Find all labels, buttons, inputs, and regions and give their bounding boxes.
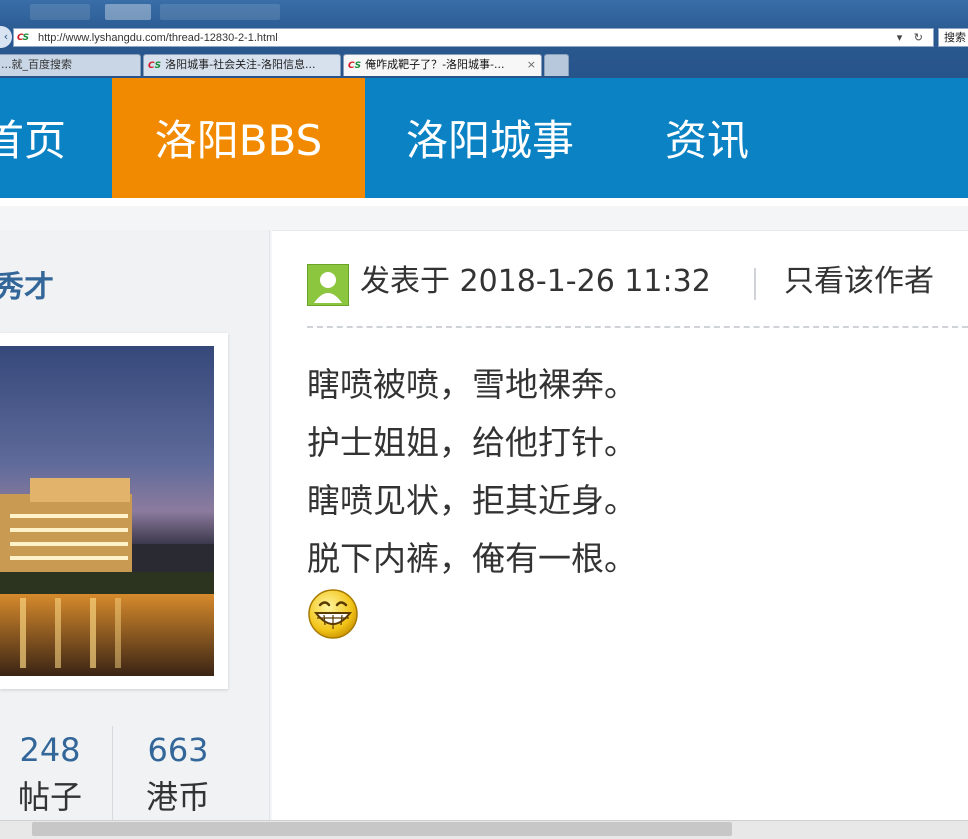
back-button[interactable]: ‹ <box>0 26 12 48</box>
stat-posts-value: 248 <box>19 731 81 769</box>
toolbar-ghost <box>105 4 151 20</box>
avatar[interactable] <box>0 346 214 676</box>
post-timestamp: 发表于 2018-1-26 11:32 <box>360 264 711 299</box>
horizontal-scroll-thumb[interactable] <box>32 822 732 836</box>
grinning-face-icon <box>307 588 359 640</box>
post-line: 瞎喷见状，拒其近身。 <box>307 481 637 520</box>
tab-current-thread[interactable]: CS 俺咋成靶子了？-洛阳城事-... × <box>343 54 542 76</box>
stat-coins-value: 663 <box>147 731 209 769</box>
post-header-divider <box>307 326 968 328</box>
tab-baidu-search[interactable]: ...就_百度搜索 <box>0 54 141 76</box>
site-favicon-icon: CS <box>348 61 362 71</box>
user-silhouette-icon <box>308 265 348 305</box>
view-author-only-link[interactable]: 只看该作者 <box>784 260 934 304</box>
avatar-night-building-image <box>0 346 214 676</box>
post-line: 护士姐姐，给他打针。 <box>307 423 637 462</box>
toolbar-ghost <box>160 4 280 20</box>
tab-label: ...就_百度搜索 <box>1 58 72 71</box>
post-content: 瞎喷被喷，雪地裸奔。 护士姐姐，给他打针。 瞎喷见状，拒其近身。 脱下内裤，俺有… <box>307 356 637 588</box>
grinning-face-icon-svg <box>308 589 358 639</box>
site-favicon-icon: CS <box>148 61 162 71</box>
nav-luoyang-city-news[interactable]: 洛阳城事 <box>406 78 574 198</box>
user-online-icon <box>307 264 349 306</box>
stat-coins-label: 港币 <box>145 778 210 816</box>
nav-information[interactable]: 资讯 <box>665 78 749 198</box>
stat-posts[interactable]: 248 帖子 <box>0 728 100 822</box>
toolbar-ghost <box>30 4 90 20</box>
nav-spacer <box>0 198 968 206</box>
dropdown-refresh-icon[interactable]: ▾ ↻ <box>897 31 927 44</box>
post-line: 瞎喷被喷，雪地裸奔。 <box>307 365 637 404</box>
stat-posts-label: 帖子 <box>17 778 82 816</box>
nav-luoyang-bbs[interactable]: 洛阳BBS <box>112 78 365 198</box>
author-rank: 秀才 <box>0 270 54 305</box>
post-line: 脱下内裤，俺有一根。 <box>307 539 637 578</box>
tab-label: 洛阳城事-社会关注-洛阳信息... <box>165 58 316 71</box>
address-url[interactable]: http://www.lyshangdu.com/thread-12830-2-… <box>38 32 897 44</box>
nav-home[interactable]: 首页 <box>0 78 66 198</box>
close-icon[interactable]: × <box>527 55 536 75</box>
stat-coins[interactable]: 663 港币 <box>128 728 228 822</box>
tab-strip: ...就_百度搜索 CS 洛阳城事-社会关注-洛阳信息... CS 俺咋成靶子了？-… <box>0 54 968 76</box>
new-tab-button[interactable] <box>544 54 569 76</box>
browser-chrome: ‹ CS http://www.lyshangdu.com/thread-128… <box>0 0 968 78</box>
search-input[interactable]: 搜索 <box>938 28 968 47</box>
tab-luoyang-news[interactable]: CS 洛阳城事-社会关注-洛阳信息... <box>143 54 341 76</box>
tab-label: 俺咋成靶子了？-洛阳城事-... <box>365 58 505 71</box>
address-bar[interactable]: CS http://www.lyshangdu.com/thread-12830… <box>13 28 934 47</box>
site-favicon-icon: CS <box>17 32 29 43</box>
meta-divider <box>754 268 756 300</box>
site-navigation: 首页 洛阳BBS 洛阳城事 资讯 <box>0 78 968 198</box>
